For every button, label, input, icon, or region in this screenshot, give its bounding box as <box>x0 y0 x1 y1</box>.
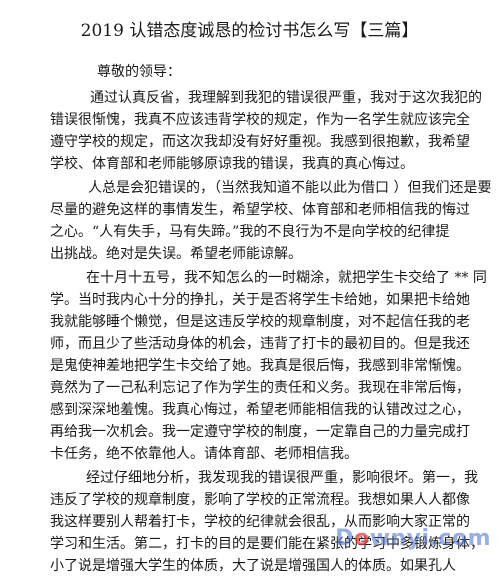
site-watermark: Downyi.com <box>335 526 491 551</box>
paragraph-line: 感到深深地羞愧。我真心悔过，希望老师能相信我的认错改过之心， <box>50 402 470 418</box>
paragraph-line: 出挑战。绝对是失误。希望老师能谅解。 <box>50 246 302 262</box>
paragraph-line: 小了说是增强大学生的体质，大了说是增强国人的体质。如果孔人 <box>50 558 456 574</box>
paragraph-line: 之心。“人有失手，马有失蹄。”我的不良行为不是向学校的纪律提 <box>50 224 450 240</box>
paragraph-line: 遵守学校的规定，而这次我却没有好好重视。我感到很抱歉，我希望 <box>50 134 470 150</box>
paragraph-line: 是鬼使神差地把学生卡交给了她。我真是很后悔，我感到非常惭愧。 <box>50 358 470 374</box>
paragraph-line: 卡任务，绝不依靠他人。请体育部、老师相信我。 <box>50 446 358 462</box>
paragraph-line: 师，而且少了些活动身体的机会，违背了打卡的最初目的。但是我还 <box>50 336 470 352</box>
paragraph-line: 错误很惭愧，我真不应该违背学校的规定，作为一名学生就应该完全 <box>50 112 470 128</box>
watermark-suffix: wnyi.com <box>369 526 491 551</box>
paragraph-line: 学校、体育部和老师能够原谅我的错误，我真的真心悔过。 <box>50 156 414 172</box>
watermark-prefix: D <box>335 526 355 551</box>
paragraph-line: 再给我一次机会。我一定遵守学校的制度，一定靠自己的力量完成打 <box>50 424 470 440</box>
paragraph-line: 人总是会犯错误的，（当然我知道不能以此为借口 ）但我们还是要 <box>88 180 492 196</box>
paragraph-line: 竟然为了一己私利忘记了作为学生的责任和义务。我现在非常后悔， <box>50 380 470 396</box>
salutation: 尊敬的领导： <box>97 64 181 80</box>
paragraph-line: 在十月十五号，我不知怎么的一时糊涂，就把学生卡交给了 ** 同 <box>86 270 487 286</box>
paragraph-line: 违反了学校的规章制度，影响了学校的正常流程。我想如果人人都像 <box>50 492 470 508</box>
paragraph-line: 学。当时我内心十分的挣扎，关于是否将学生卡给她，如果把卡给她 <box>50 292 470 308</box>
paragraph-line: 通过认真反省，我理解到我犯的错误很严重，我对于这次我犯的 <box>90 90 482 106</box>
document-title: 2019 认错态度诚恳的检讨书怎么写【三篇】 <box>80 21 419 41</box>
watermark-o: o <box>354 526 370 551</box>
paragraph-line: 经过仔细地分析，我发现我的错误很严重，影响很坏。第一，我 <box>86 470 478 486</box>
paragraph-line: 我就能够睡个懒觉，但是这违反学校的规章制度，对不起信任我的老 <box>50 314 470 330</box>
paragraph-line: 尽量的避免这样的事情发生，希望学校、体育部和老师相信我的悔过 <box>50 202 470 218</box>
